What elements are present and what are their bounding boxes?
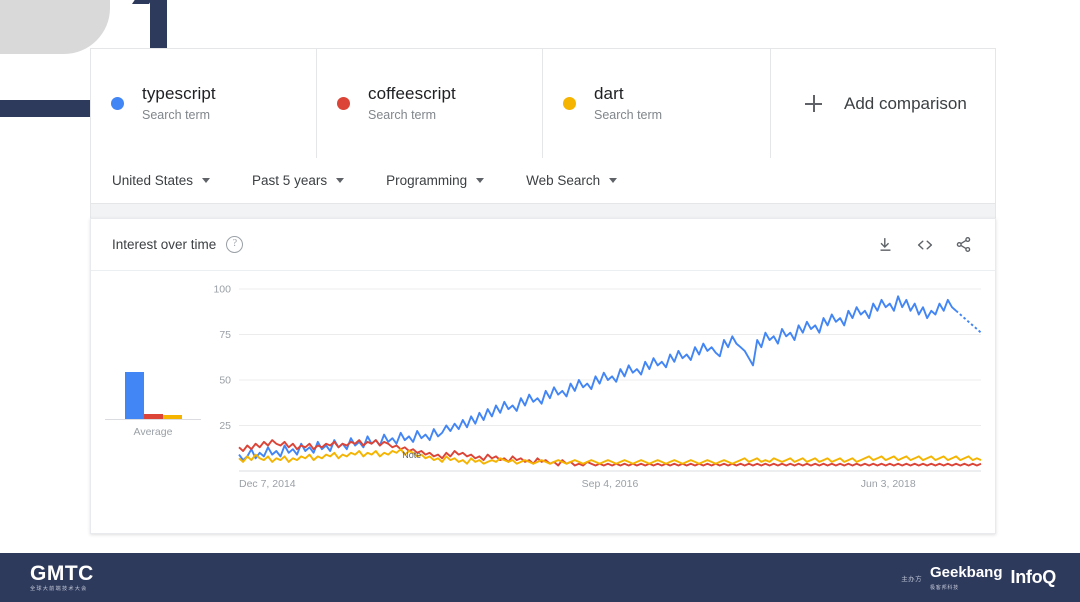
comparison-row: typescript Search term coffeescript Sear… xyxy=(90,48,996,158)
plot-area: Average 25 50 75 100 Dec 7, 2014 Sep 4, 2016… xyxy=(91,271,995,533)
series-line-dart xyxy=(238,448,982,465)
section-separator-band xyxy=(90,204,996,218)
filter-label: Web Search xyxy=(526,173,601,188)
chevron-down-icon xyxy=(202,178,211,183)
term-name: coffeescript xyxy=(368,83,456,103)
svg-text:100: 100 xyxy=(213,284,231,296)
series-color-dot-coffeescript xyxy=(337,97,350,110)
svg-text:Dec 7, 2014: Dec 7, 2014 xyxy=(239,478,296,490)
infoq-logo: InfoQ xyxy=(1010,567,1057,587)
chevron-down-icon xyxy=(336,178,345,183)
sponsor-logos: 主办方 Geekbang 极客邦科技 InfoQ xyxy=(901,564,1056,591)
svg-text:25: 25 xyxy=(219,420,231,432)
filter-time-range[interactable]: Past 5 years xyxy=(252,173,345,188)
average-label: Average xyxy=(133,426,173,438)
x-axis-tick-labels: Dec 7, 2014 Sep 4, 2016 Jun 3, 2018 xyxy=(239,478,916,490)
average-bar-dart xyxy=(162,414,182,419)
chevron-down-icon xyxy=(476,178,485,183)
share-icon[interactable] xyxy=(954,235,973,254)
filter-search-type[interactable]: Web Search xyxy=(526,173,618,188)
term-subtitle: Search term xyxy=(142,107,211,122)
term-subtitle: Search term xyxy=(594,107,663,122)
interest-over-time-card: Interest over time ? Average 25 50 75 10… xyxy=(90,218,996,534)
plus-icon xyxy=(805,95,822,112)
decor-gray-shape xyxy=(0,0,110,54)
series-color-dot-typescript xyxy=(111,97,124,110)
gmtc-brand: GMTC xyxy=(30,561,94,585)
decor-navy-tail xyxy=(132,0,217,4)
term-name: typescript xyxy=(142,83,216,103)
add-comparison-button[interactable]: Add comparison xyxy=(771,49,995,158)
svg-text:75: 75 xyxy=(219,329,231,341)
note-annotation: Note xyxy=(402,450,421,460)
google-trends-panel: typescript Search term coffeescript Sear… xyxy=(90,48,996,534)
average-bar-chart: Average xyxy=(105,331,201,438)
average-bars xyxy=(105,331,201,420)
geekbang-brand: Geekbang xyxy=(929,564,1003,581)
gmtc-brand-sub: 全球大前端技术大会 xyxy=(30,585,88,592)
host-label: 主办方 xyxy=(901,575,922,583)
svg-text:Jun 3, 2018: Jun 3, 2018 xyxy=(861,478,916,490)
add-comparison-label: Add comparison xyxy=(844,93,967,113)
filter-label: United States xyxy=(112,173,194,188)
filter-category[interactable]: Programming xyxy=(386,173,485,188)
geekbang-logo: Geekbang 极客邦科技 xyxy=(930,564,1003,591)
compare-term-coffeescript[interactable]: coffeescript Search term xyxy=(317,49,543,158)
series-line-typescript xyxy=(238,295,957,462)
chart-annotations: Note xyxy=(402,450,421,460)
embed-code-icon[interactable] xyxy=(915,235,934,254)
series-line-typescript xyxy=(955,310,982,334)
filter-label: Past 5 years xyxy=(252,173,328,188)
chevron-down-icon xyxy=(609,178,618,183)
download-icon[interactable] xyxy=(876,235,895,254)
svg-text:Sep 4, 2016: Sep 4, 2016 xyxy=(582,478,639,490)
term-name: dart xyxy=(594,83,624,103)
svg-text:50: 50 xyxy=(219,375,231,387)
filter-row: United States Past 5 years Programming W… xyxy=(90,158,996,204)
interest-over-time-linechart[interactable]: 25 50 75 100 Dec 7, 2014 Sep 4, 2016 Jun 3, 2… xyxy=(199,271,989,533)
average-bar-typescript xyxy=(124,372,144,419)
help-icon[interactable]: ? xyxy=(226,236,244,253)
slide-footer: GMTC 全球大前端技术大会 主办方 Geekbang 极客邦科技 InfoQ xyxy=(0,553,1080,602)
gridlines xyxy=(239,288,981,426)
series-lines xyxy=(238,295,982,467)
filter-label: Programming xyxy=(386,173,468,188)
geekbang-brand-sub: 极客邦科技 xyxy=(929,585,959,591)
gmtc-logo: GMTC 全球大前端技术大会 xyxy=(30,563,94,592)
series-color-dot-dart xyxy=(563,97,576,110)
average-bar-coffeescript xyxy=(143,413,163,419)
filter-region[interactable]: United States xyxy=(112,173,211,188)
term-subtitle: Search term xyxy=(368,107,437,122)
y-axis-tick-labels: 25 50 75 100 xyxy=(213,284,231,433)
chart-header: Interest over time ? xyxy=(91,219,995,271)
compare-term-typescript[interactable]: typescript Search term xyxy=(91,49,317,158)
compare-term-dart[interactable]: dart Search term xyxy=(543,49,771,158)
page-title: Interest over time xyxy=(112,237,217,252)
